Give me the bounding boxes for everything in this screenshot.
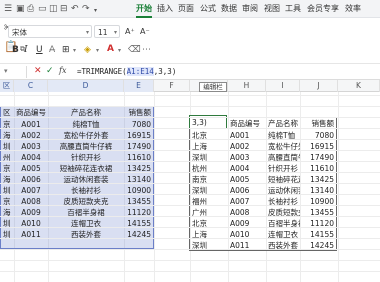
tab-formula[interactable]: 公式 (200, 3, 216, 15)
more-icon[interactable]: ⋯ (142, 45, 151, 55)
grid-line (0, 260, 380, 261)
tab-review[interactable]: 审阅 (242, 3, 258, 15)
grid-line (0, 238, 380, 239)
font-color-icon[interactable]: A (107, 44, 114, 54)
column-header[interactable]: I (266, 80, 300, 92)
column-header[interactable]: J (300, 80, 338, 92)
undo-icon[interactable]: ↶ (71, 4, 79, 14)
grid-line (0, 150, 380, 151)
divider (26, 66, 27, 78)
grid-line (0, 95, 380, 96)
decrease-font-icon[interactable]: A⁻ (140, 27, 150, 37)
grid-line (0, 194, 380, 195)
font-name-select[interactable]: 宋体 ▾ (8, 25, 92, 38)
increase-font-icon[interactable]: A⁺ (125, 27, 135, 37)
column-header[interactable]: 区 (0, 80, 14, 92)
grid-line (0, 205, 380, 206)
grid-line (0, 128, 380, 129)
save-icon[interactable]: ▣ (16, 4, 25, 14)
grid-line (0, 183, 380, 184)
font-color-dropdown-icon[interactable]: ▾ (118, 46, 121, 56)
grid-line (0, 161, 380, 162)
column-header[interactable]: K (338, 80, 380, 92)
formula-range-ref: A1:E14 (126, 67, 154, 76)
print-preview-icon[interactable]: ⊟ (60, 4, 68, 14)
tab-page[interactable]: 页面 (178, 3, 194, 15)
dropdown-icon[interactable]: ▾ (94, 6, 97, 16)
grid-line (0, 216, 380, 217)
tab-view[interactable]: 视图 (264, 3, 280, 15)
preview-icon[interactable]: ◫ (49, 4, 58, 14)
grid-line (0, 271, 380, 272)
menu-bar: ☰ ▣ ⎙ ▭ ◫ ⊟ ↶ ↷ ▾ 开始 插入 页面 公式 数据 审阅 视图 工… (0, 0, 380, 18)
underline-button[interactable]: U (36, 45, 43, 55)
result-table-border (189, 117, 337, 251)
grid-line (0, 249, 380, 250)
italic-button[interactable]: I (24, 45, 28, 55)
column-header[interactable]: H (228, 80, 266, 92)
column-header[interactable]: E (124, 80, 154, 92)
tab-efficiency[interactable]: 效率 (345, 3, 361, 15)
active-cell-text: 3,3) (192, 118, 207, 127)
border-icon[interactable]: ⊞ (62, 45, 70, 55)
folder-icon[interactable]: ▭ (38, 4, 47, 14)
cancel-button[interactable]: ✕ (34, 66, 42, 76)
hamburger-icon[interactable]: ☰ (4, 4, 12, 14)
fx-button[interactable]: fx (59, 66, 66, 75)
print-icon[interactable]: ⎙ (27, 4, 34, 14)
confirm-button[interactable]: ✓ (46, 66, 54, 76)
grid-line (0, 139, 380, 140)
fill-dropdown-icon[interactable]: ▾ (96, 46, 99, 56)
border-dropdown-icon[interactable]: ▾ (73, 46, 76, 56)
tab-data[interactable]: 数据 (221, 3, 237, 15)
formula-suffix: ,3,3) (153, 67, 177, 76)
grid-line (0, 106, 380, 107)
formula-input[interactable]: =TRIMRANGE(A1:E14,3,3) (77, 66, 176, 78)
tab-insert[interactable]: 插入 (157, 3, 173, 15)
redo-icon[interactable]: ↷ (82, 4, 90, 14)
column-header-row: 区 C D E F G H I J K (0, 80, 380, 92)
column-header[interactable]: C (14, 80, 48, 92)
ribbon: ✂ 📋 ⧉ 宋体▾ 11▾ A⁺ A⁻ B I U A̶ ⊞ ▾ ◈ ▾ A ▾… (0, 18, 380, 64)
formula-bar-tooltip: 编辑栏 (199, 82, 227, 92)
clear-format-icon[interactable]: ⌫ (128, 45, 141, 55)
tab-home[interactable]: 开始 (136, 3, 152, 18)
column-header[interactable]: F (154, 80, 190, 92)
fill-color-icon[interactable]: ◈ (84, 45, 91, 55)
tab-member[interactable]: 会员专享 (307, 3, 339, 15)
name-box-dropdown-icon[interactable]: ▾ (4, 67, 8, 75)
column-header[interactable]: D (48, 80, 124, 92)
font-size-select[interactable]: 11 ▾ (94, 25, 120, 38)
grid-line (0, 227, 380, 228)
grid-line (0, 117, 380, 118)
formula-prefix: =TRIMRANGE( (77, 67, 127, 76)
strikethrough-icon[interactable]: A̶ (49, 45, 55, 55)
tab-tools[interactable]: 工具 (285, 3, 301, 15)
grid-line (0, 172, 380, 173)
formula-bar: ▾ ✕ ✓ fx =TRIMRANGE(A1:E14,3,3) (0, 64, 380, 80)
bold-button[interactable]: B (12, 45, 19, 55)
